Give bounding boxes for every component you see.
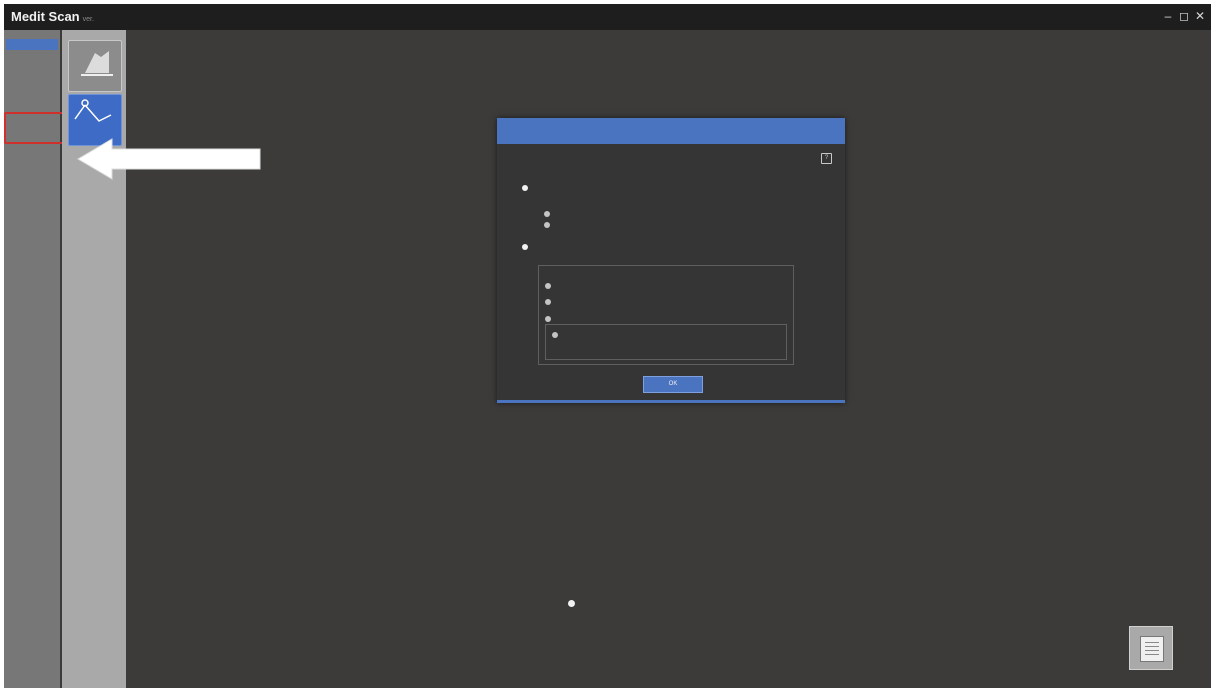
app-version: ver. [82, 16, 94, 23]
ok-button[interactable]: OK [643, 376, 703, 393]
nested-item-radio[interactable] [552, 332, 558, 338]
group-item-3-radio[interactable] [545, 316, 551, 322]
scan-icon [81, 51, 113, 76]
bottom-option-radio[interactable] [568, 600, 575, 607]
scan-tool-button[interactable] [68, 40, 122, 92]
help-icon[interactable]: ? [821, 153, 832, 164]
sidebar-item-4[interactable] [7, 151, 57, 159]
option-b-radio[interactable] [522, 244, 528, 250]
highlight-box [4, 112, 65, 144]
tool-panel [62, 30, 126, 688]
settings-dialog: ? OK [497, 118, 845, 403]
option-a-sub-2-radio[interactable] [544, 222, 550, 228]
title-bar: Medit Scan ver. – ◻ ✕ [4, 4, 1211, 30]
maximize-button[interactable]: ◻ [1179, 8, 1189, 24]
app-title: Medit Scan ver. [11, 9, 94, 24]
option-b-group [538, 265, 794, 365]
sidebar-header[interactable] [6, 39, 58, 50]
nested-group [545, 324, 787, 360]
group-item-2-radio[interactable] [545, 299, 551, 305]
dialog-title [497, 118, 845, 144]
app-window: Medit Scan ver. – ◻ ✕ ? OK [4, 4, 1211, 688]
window-controls: – ◻ ✕ [1163, 8, 1205, 24]
minimize-button[interactable]: – [1163, 8, 1173, 24]
close-button[interactable]: ✕ [1195, 8, 1205, 24]
sidebar-item-1[interactable] [7, 73, 57, 81]
corner-document-button[interactable] [1129, 626, 1173, 670]
sidebar-item-2[interactable] [7, 97, 57, 105]
group-item-1-radio[interactable] [545, 283, 551, 289]
callout-arrow-icon [77, 138, 261, 180]
option-a-sub-1-radio[interactable] [544, 211, 550, 217]
option-a-radio[interactable] [522, 185, 528, 191]
document-icon [1140, 636, 1164, 662]
